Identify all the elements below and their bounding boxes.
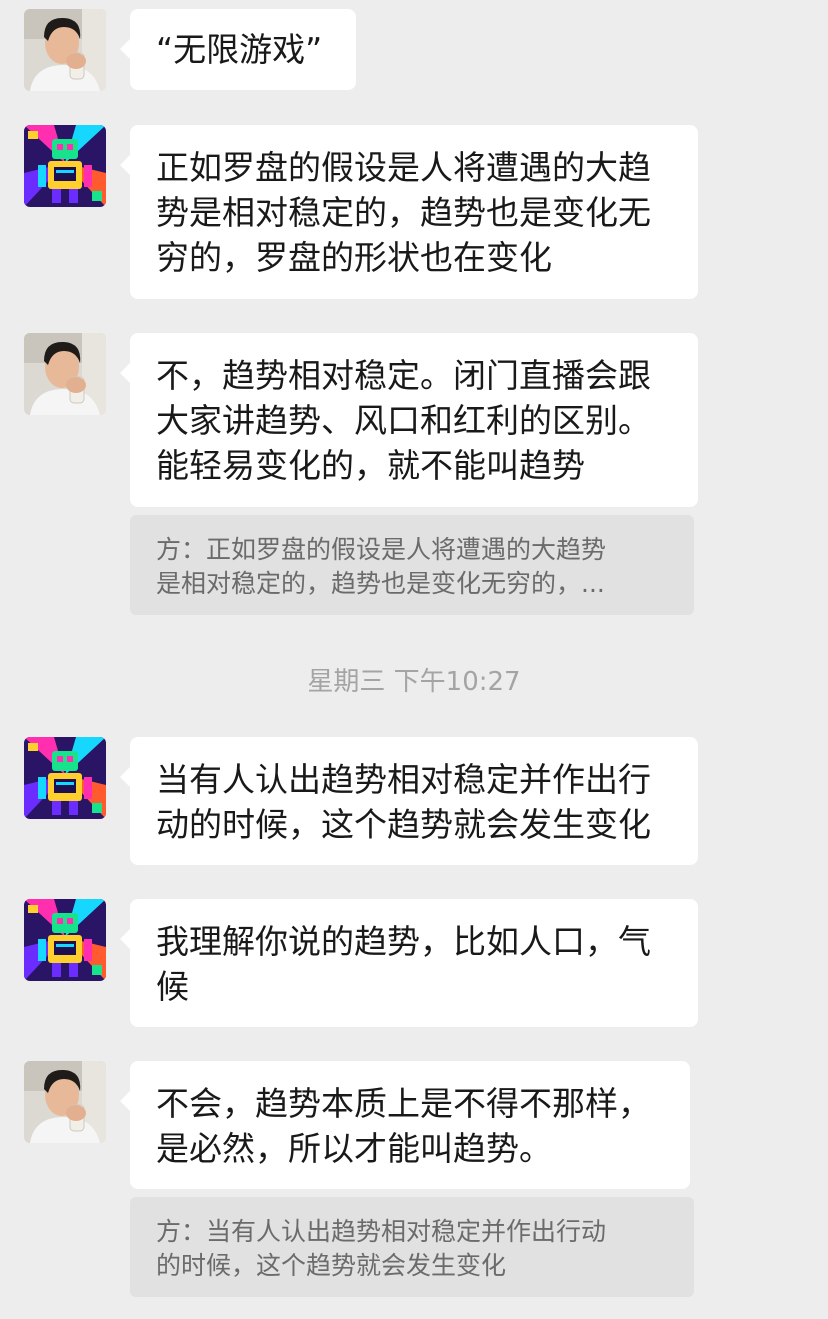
message-bubble[interactable]: 正如罗盘的假设是人将遭遇的大趋 势是相对稳定的，趋势也是变化无 穷的，罗盘的形状…	[120, 125, 698, 299]
avatar[interactable]	[24, 125, 106, 207]
avatar[interactable]	[24, 1061, 106, 1143]
quoted-message[interactable]: 方：当有人认出趋势相对稳定并作出行动 的时候，这个趋势就会发生变化	[130, 1197, 694, 1297]
avatar[interactable]	[24, 9, 106, 91]
avatar[interactable]	[24, 333, 106, 415]
robot-illustration-icon	[24, 737, 106, 819]
message-bubble[interactable]: 当有人认出趋势相对稳定并作出行 动的时候，这个趋势就会发生变化	[120, 737, 698, 865]
message-bubble[interactable]: 我理解你说的趋势，比如人口，气 候	[120, 899, 698, 1027]
message-bubble[interactable]: 不会，趋势本质上是不得不那样， 是必然，所以才能叫趋势。	[120, 1061, 690, 1189]
message-bubble[interactable]: 不，趋势相对稳定。闭门直播会跟 大家讲趋势、风口和红利的区别。 能轻易变化的，就…	[120, 333, 698, 507]
man-drinking-portrait-icon	[24, 1061, 106, 1143]
timestamp: 星期三 下午10:27	[307, 667, 521, 697]
man-drinking-portrait-icon	[24, 9, 106, 91]
quoted-message[interactable]: 方：正如罗盘的假设是人将遭遇的大趋势 是相对稳定的，趋势也是变化无穷的，...	[130, 515, 694, 615]
robot-illustration-icon	[24, 125, 106, 207]
avatar[interactable]	[24, 899, 106, 981]
robot-illustration-icon	[24, 899, 106, 981]
man-drinking-portrait-icon	[24, 333, 106, 415]
message-bubble[interactable]: “无限游戏”	[120, 9, 356, 90]
avatar[interactable]	[24, 737, 106, 819]
